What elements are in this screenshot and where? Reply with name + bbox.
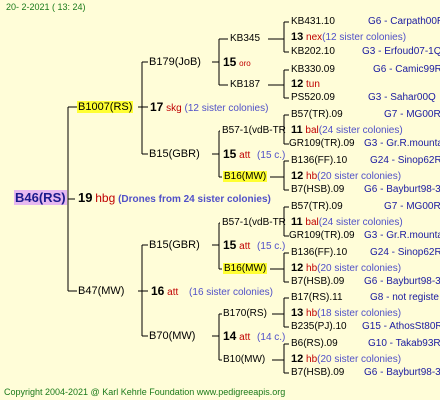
g4-name[interactable]: B7(HSB).09 — [291, 276, 344, 288]
g4-origin: G15 - AthosSt80R — [362, 321, 440, 332]
g4-name[interactable]: KB330.09 — [291, 64, 335, 76]
report-date: 20- 2-2021 ( 13: 24) — [6, 2, 86, 12]
g4-origin: G6 - Bayburt98-3 — [364, 184, 440, 195]
g4-name[interactable]: B235(PJ).10 — [291, 321, 347, 333]
g4-origin: G3 - Erfoud07-1Q — [362, 46, 440, 57]
g1-info-2: 16 att (16 sister colonies) — [151, 284, 273, 298]
g4-origin: G24 - Sinop62R — [370, 155, 440, 166]
g3-node-2[interactable]: KB187 — [230, 79, 260, 91]
g4-name[interactable]: B7(HSB).09 — [291, 367, 344, 379]
g4-name[interactable]: GR109(TR).09 — [289, 138, 355, 150]
g4-name[interactable]: B6(RS).09 — [291, 338, 338, 350]
g4-name[interactable]: B57(TR).09 — [291, 109, 343, 121]
g4-name[interactable]: B7(HSB).09 — [291, 184, 344, 196]
g4-origin: G6 - Bayburt98-3 — [364, 276, 440, 287]
g4-origin: G24 - Sinop62R — [370, 247, 440, 258]
g4-name[interactable]: B57(TR).09 — [291, 201, 343, 213]
g4-name[interactable]: B17(RS).11 — [291, 292, 343, 304]
g2-node-3[interactable]: B15(GBR) — [149, 239, 200, 252]
g4-origin: G3 - Gr.R.mounta — [364, 230, 440, 241]
g2-info-2: 15 att (15 c.) — [223, 147, 286, 161]
g3-node-5[interactable]: B57-1(vdB-TR — [222, 217, 286, 229]
g4-drone-info: 13 nex(12 sister colonies) — [291, 31, 407, 43]
g3-node-7[interactable]: B170(RS) — [223, 308, 267, 320]
g2-node-4[interactable]: B70(MW) — [149, 330, 195, 343]
g4-drone-info: 12 tun — [291, 78, 320, 90]
g4-drone-info: 12 hb(20 sister colonies) — [291, 170, 402, 182]
root-name: B46(RS) — [14, 190, 67, 205]
g2-info-1: 15 oro — [223, 55, 251, 69]
g1-info-1: 17 skg (12 sister colonies) — [150, 100, 269, 114]
g4-origin: G7 - MG00R — [384, 201, 440, 212]
g4-origin: G6 - Bayburt98-3 — [364, 367, 440, 378]
g4-drone-info: 12 hb(20 sister colonies) — [291, 262, 402, 274]
g4-drone-info: 12 hb(20 sister colonies) — [291, 353, 402, 365]
g4-name[interactable]: B136(FF).10 — [291, 247, 347, 259]
g4-drone-info: 11 bal(24 sister colonies) — [291, 124, 403, 136]
copyright-footer: Copyright 2004-2021 @ Karl Kehrle Founda… — [4, 387, 286, 397]
g4-name[interactable]: GR109(TR).09 — [289, 230, 355, 242]
g4-drone-info: 11 bal(24 sister colonies) — [291, 216, 403, 228]
g1-node-2[interactable]: B47(MW) — [78, 285, 124, 298]
g4-origin: G3 - Sahar00Q — [368, 92, 436, 103]
g4-origin: G8 - not registe — [370, 292, 439, 303]
g3-node-3[interactable]: B57-1(vdB-TR — [222, 125, 286, 137]
g2-info-3: 15 att (15 c.) — [223, 238, 286, 252]
g4-name[interactable]: PS520.09 — [291, 92, 335, 104]
g4-origin: G6 - Carpath00R — [368, 16, 440, 27]
root-drone-info: 19 hbg (Drones from 24 sister colonies) — [78, 190, 271, 205]
g4-name[interactable]: B136(FF).10 — [291, 155, 347, 167]
g1-node-1[interactable]: B1007(RS) — [77, 101, 134, 114]
g3-node-4[interactable]: B16(MW) — [223, 171, 268, 183]
g4-name[interactable]: KB202.10 — [291, 46, 335, 58]
g4-origin: G6 - Camic99R — [373, 64, 440, 75]
g3-node-8[interactable]: B10(MW) — [223, 354, 265, 366]
g4-origin: G10 - Takab93R — [368, 338, 440, 349]
g4-origin: G3 - Gr.R.mounta — [364, 138, 440, 149]
g2-info-4: 14 att (14 c.) — [223, 329, 286, 343]
g4-drone-info: 13 hb(18 sister colonies) — [291, 307, 402, 319]
g2-node-2[interactable]: B15(GBR) — [149, 148, 200, 161]
g3-node-1[interactable]: KB345 — [230, 33, 260, 45]
pedigree-chart: 20- 2-2021 ( 13: 24) B46(RS) 19 hbg (Dro… — [0, 0, 440, 400]
g2-node-1[interactable]: B179(JoB) — [149, 56, 201, 69]
g3-node-6[interactable]: B16(MW) — [223, 263, 268, 275]
g4-origin: G7 - MG00R — [384, 109, 440, 120]
root-node[interactable]: B46(RS) — [14, 190, 67, 206]
g4-name[interactable]: KB431.10 — [291, 16, 335, 28]
